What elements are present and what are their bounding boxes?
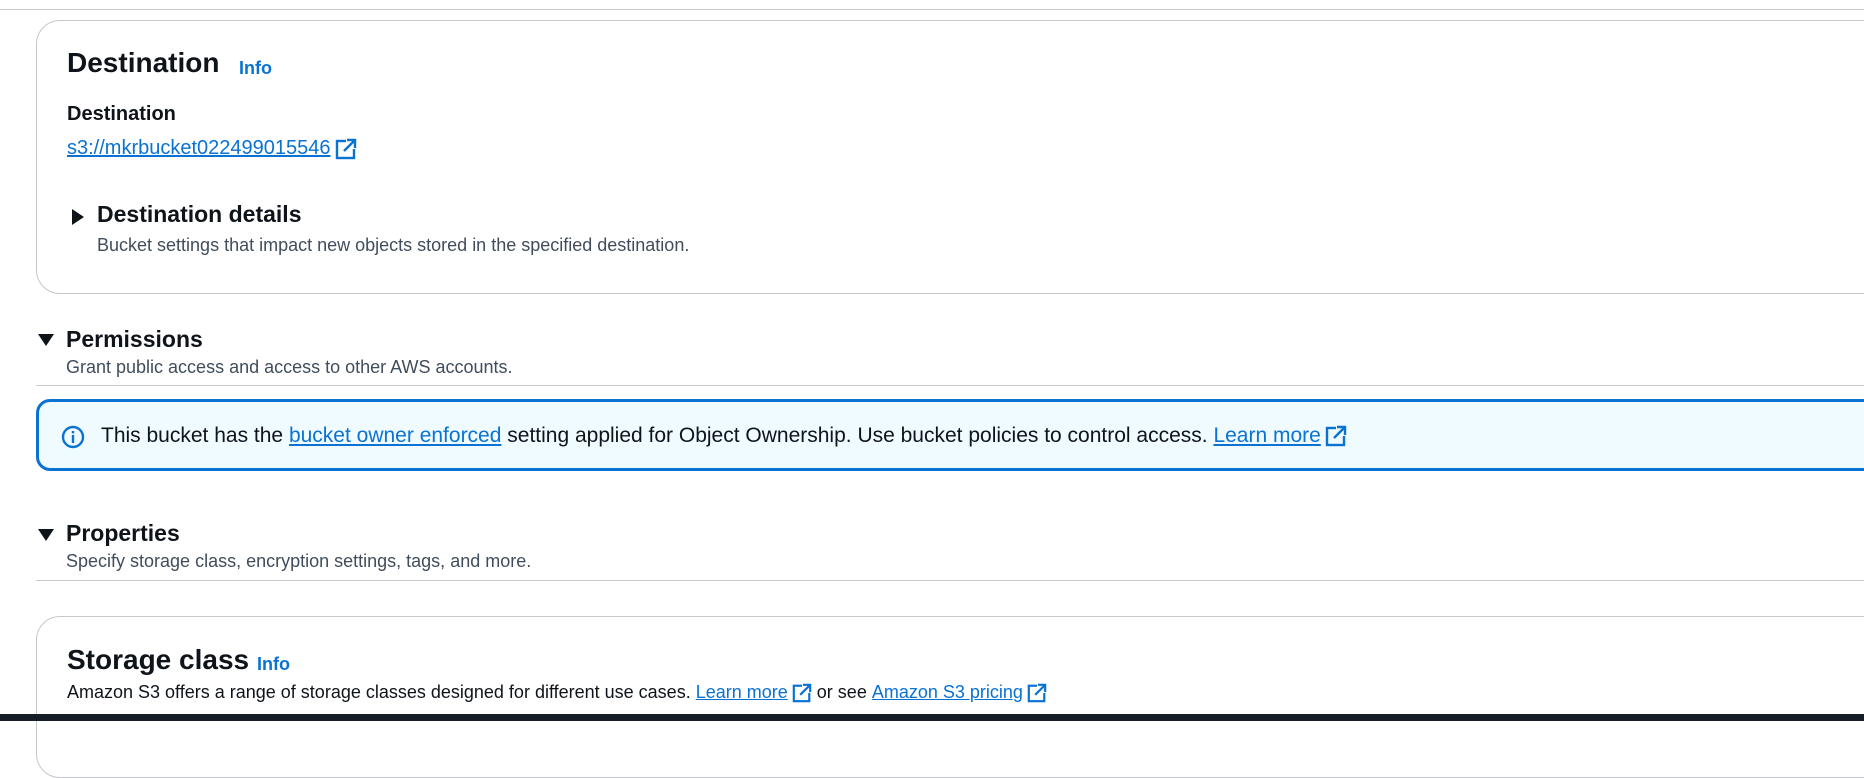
info-circle-icon	[61, 425, 85, 449]
permissions-toggle[interactable]: Permissions	[66, 326, 203, 353]
storage-class-heading: Storage class	[67, 644, 250, 675]
destination-bucket-link-text: s3://mkrbucket022499015546	[67, 137, 331, 159]
bottom-bar	[0, 714, 1864, 721]
properties-toggle[interactable]: Properties	[66, 520, 180, 547]
caret-down-icon[interactable]	[38, 529, 54, 541]
external-link-icon	[335, 137, 357, 159]
storage-class-info-link[interactable]: Info	[257, 654, 290, 675]
caret-right-icon[interactable]	[72, 209, 84, 225]
destination-details-description: Bucket settings that impact new objects …	[97, 235, 690, 255]
destination-container: Destination Info Destination s3://mkrbuc…	[36, 20, 1864, 294]
s3-pricing-link[interactable]: Amazon S3 pricing	[872, 682, 1047, 703]
storage-class-container: Storage class Info Amazon S3 offers a ra…	[36, 616, 1864, 778]
properties-description: Specify storage class, encryption settin…	[66, 551, 532, 571]
alert-learn-more-text: Learn more	[1213, 424, 1321, 447]
permissions-description: Grant public access and access to other …	[66, 357, 513, 377]
external-link-icon	[1027, 682, 1047, 702]
storage-class-description-text: Amazon S3 offers a range of storage clas…	[67, 682, 691, 702]
destination-field-label: Destination	[67, 103, 176, 125]
external-link-icon	[1325, 425, 1347, 447]
external-link-icon	[792, 682, 812, 702]
storage-class-learn-more-link[interactable]: Learn more	[696, 682, 812, 703]
destination-bucket-link[interactable]: s3://mkrbucket022499015546	[67, 137, 357, 160]
object-ownership-alert: This bucket has the bucket owner enforce…	[36, 399, 1864, 471]
alert-middle-text: setting applied for Object Ownership. Us…	[507, 424, 1208, 447]
or-see-text: or see	[816, 682, 867, 702]
destination-info-link[interactable]: Info	[239, 58, 272, 79]
s3-pricing-link-text: Amazon S3 pricing	[871, 682, 1023, 702]
alert-prefix: This bucket has the	[101, 424, 284, 447]
bucket-owner-enforced-link[interactable]: bucket owner enforced	[289, 424, 501, 447]
top-divider	[0, 9, 1864, 10]
destination-details-toggle[interactable]: Destination details	[97, 201, 301, 228]
alert-learn-more-link[interactable]: Learn more	[1213, 424, 1347, 448]
storage-class-description: Amazon S3 offers a range of storage clas…	[67, 682, 1047, 703]
permissions-divider	[36, 385, 1864, 386]
properties-divider	[36, 580, 1864, 581]
storage-class-learn-more-text: Learn more	[695, 682, 788, 702]
destination-heading: Destination	[67, 47, 220, 78]
alert-message: This bucket has the bucket owner enforce…	[101, 424, 1347, 448]
caret-down-icon[interactable]	[38, 334, 54, 346]
